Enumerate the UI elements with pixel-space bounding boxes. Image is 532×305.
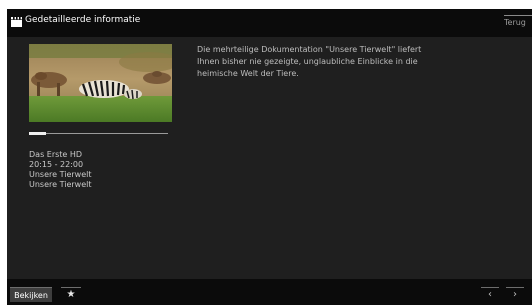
chevron-right-icon: › [513, 289, 517, 300]
progress-fill [29, 132, 46, 135]
header-bar: Gedetailleerde informatie Terug [7, 9, 532, 37]
program-thumbnail [29, 44, 172, 122]
chevron-left-icon: ‹ [488, 289, 492, 300]
back-button[interactable]: Terug [504, 15, 532, 33]
program-subtitle: Unsere Tierwelt [29, 180, 92, 189]
channel-name: Das Erste HD [29, 150, 83, 159]
star-icon: ★ [66, 289, 76, 300]
playback-progress-bar [29, 132, 168, 135]
program-info: Das Erste HD 20:15 - 22:00 Unsere Tierwe… [29, 150, 92, 190]
tv-screen: Gedetailleerde informatie Terug Das Erst… [7, 9, 532, 305]
footer-bar: Bekijken ★ ‹ › [7, 279, 532, 305]
clapperboard-icon [11, 17, 22, 27]
previous-button[interactable]: ‹ [481, 287, 499, 302]
watch-button[interactable]: Bekijken [10, 287, 52, 302]
next-button[interactable]: › [506, 287, 524, 302]
program-description: Die mehrteilige Dokumentation "Unsere Ti… [197, 45, 422, 78]
broadcast-time: 20:15 - 22:00 [29, 160, 84, 169]
page-title: Gedetailleerde informatie [25, 15, 141, 25]
program-title: Unsere Tierwelt [29, 170, 92, 179]
favorite-button[interactable]: ★ [61, 287, 81, 302]
